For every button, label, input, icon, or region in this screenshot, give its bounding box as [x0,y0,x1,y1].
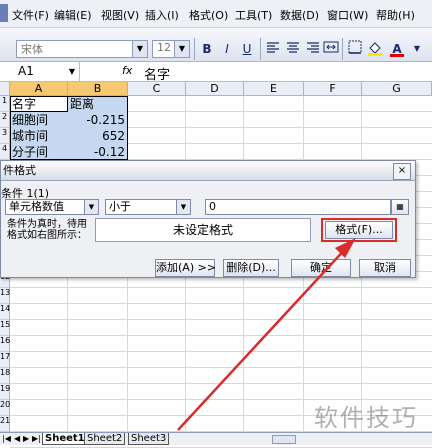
sheet-tab-bar: |◀ ◀ ▶ ▶| Sheet1 Sheet2 Sheet3 [0,432,432,445]
prev-sheet-icon[interactable]: ◀ [14,434,20,443]
next-sheet-icon[interactable]: ▶ [23,434,29,443]
tab-sheet3[interactable]: Sheet3 [128,433,170,445]
first-sheet-icon[interactable]: |◀ [2,434,11,443]
horizontal-scrollbar[interactable] [272,435,296,444]
annotation-arrow [177,238,356,431]
watermark: 软件技巧 [314,404,418,432]
tab-sheet2[interactable]: Sheet2 [84,433,126,445]
tab-sheet1[interactable]: Sheet1 [42,433,88,445]
last-sheet-icon[interactable]: ▶| [32,434,41,443]
